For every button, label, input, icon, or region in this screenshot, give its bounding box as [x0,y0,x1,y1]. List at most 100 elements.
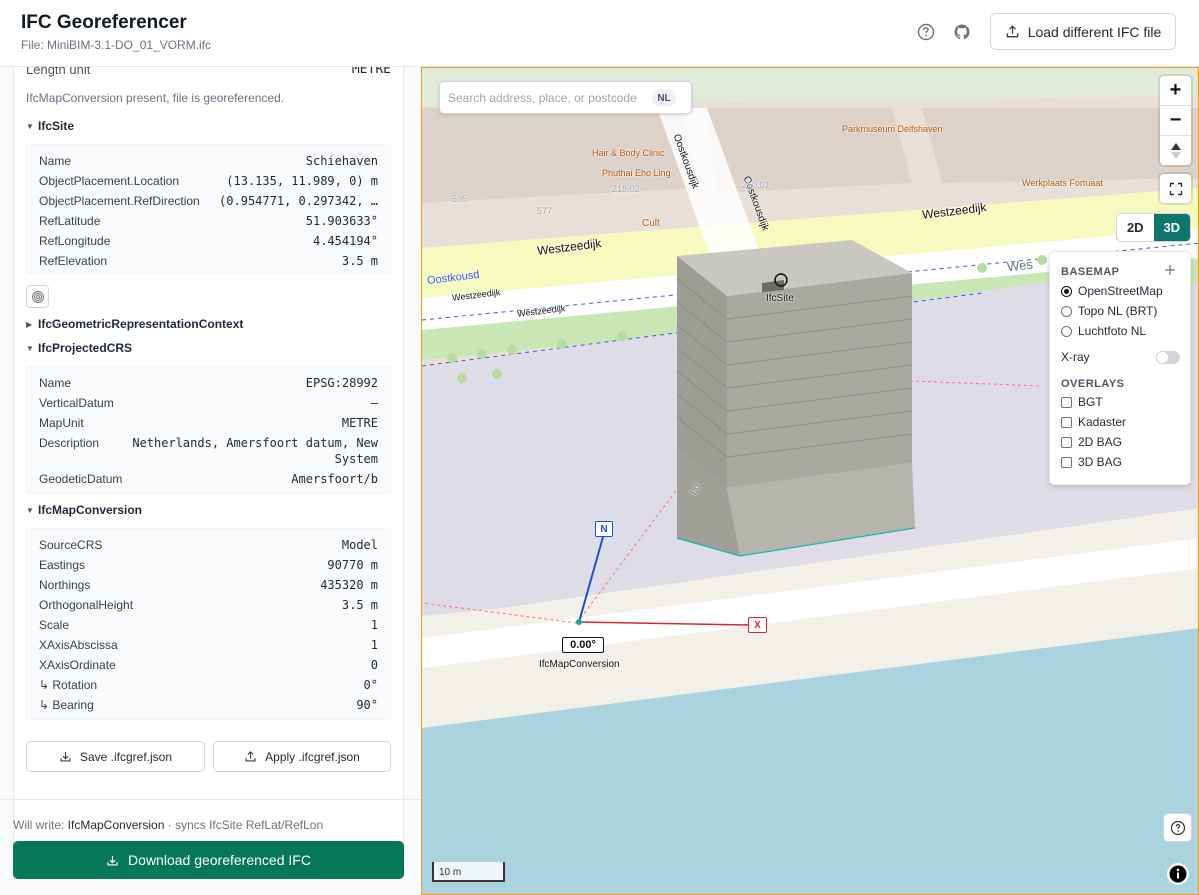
property-key: Description [39,436,100,450]
property-key: MapUnit [39,416,84,430]
basemap-option[interactable]: Topo NL (BRT) [1061,303,1157,319]
plus-icon [1165,265,1175,275]
caret-down-icon: ▼ [26,344,34,354]
basemap-option[interactable]: Luchtfoto NL [1061,323,1146,339]
property-value: METRE [341,416,378,430]
house-number-label: 218.02 [612,184,640,194]
upload-icon [245,751,256,762]
length-unit-row: Length unit METRE [26,67,391,80]
property-key: RefElevation [39,254,108,268]
section-ifcsite-header[interactable]: ▼ IfcSite [26,119,74,135]
locate-site-button[interactable] [26,285,49,308]
section-title: IfcGeometricRepresentationContext [38,317,244,331]
section-projcrs-header[interactable]: ▼ IfcProjectedCRS [26,341,132,357]
property-key: ↳ Rotation [39,678,98,692]
load-ifc-button[interactable]: Load different IFC file [990,13,1176,50]
property-key: RefLongitude [39,234,111,248]
property-key: XAxisOrdinate [39,658,116,672]
property-key: SourceCRS [39,538,103,552]
property-key: Scale [39,618,70,632]
overlay-label: BGT [1078,395,1103,409]
mode-3d-button[interactable]: 3D [1153,214,1190,241]
search-input[interactable] [448,89,648,107]
view-mode-toggle: 2D 3D [1116,213,1191,242]
help-circle-icon [1170,820,1185,835]
property-value: Schiehaven [305,154,378,168]
section-mapconv-header[interactable]: ▼ IfcMapConversion [26,503,142,519]
property-value: 3.5 m [341,598,378,612]
property-value: 435320 m [320,578,378,592]
zoom-out-button[interactable]: − [1160,106,1191,135]
property-value: Model [341,538,378,552]
checkbox[interactable] [1061,416,1072,428]
info-icon [1169,865,1187,883]
rotation-angle-label: 0.00° [562,637,604,653]
download-ifc-button[interactable]: Download georeferenced IFC [13,841,404,879]
compass-icon [1170,142,1181,159]
poi-label: Werkplaats Fortuaat [1022,178,1103,188]
compass-button[interactable] [1160,136,1191,165]
property-value: 1 [370,638,378,652]
github-icon[interactable] [952,22,972,42]
apply-json-button[interactable]: Apply .ifcgref.json [213,741,391,772]
x-axis-handle[interactable]: X [748,617,767,633]
fullscreen-button[interactable] [1160,174,1191,203]
overlay-option[interactable]: BGT [1061,394,1103,410]
zoom-in-button[interactable]: + [1160,76,1191,105]
map-scale-bar: 10 m [432,862,505,882]
help-circle-icon[interactable] [916,22,936,42]
save-json-button[interactable]: Save .ifcgref.json [26,741,205,772]
property-key: RefLatitude [39,214,101,228]
file-name: File: MiniBIM-3.1-DO_01_VORM.ifc [21,38,212,52]
property-value: Amersfoort/b [291,472,378,486]
app-header: IFC Georeferencer File: MiniBIM-3.1-DO_0… [0,0,1199,67]
property-key: ObjectPlacement.Location [39,174,180,188]
property-key: Name [39,376,72,390]
property-key: VerticalDatum [39,396,114,410]
building-3d [676,240,916,557]
property-key: Eastings [39,558,86,572]
radio[interactable] [1061,305,1072,317]
caret-down-icon: ▼ [26,506,34,516]
address-search: NL [439,81,692,114]
basemap-label: Luchtfoto NL [1078,324,1147,338]
overlay-option[interactable]: 3D BAG [1061,454,1122,470]
xray-toggle[interactable] [1156,351,1180,364]
fullscreen-icon [1169,182,1182,195]
property-value: 0 [370,658,378,672]
country-chip[interactable]: NL [652,89,676,107]
poi-label: Cult [642,218,660,229]
radio[interactable] [1061,325,1072,337]
mode-2d-button[interactable]: 2D [1117,214,1154,241]
mapconv-properties: SourceCRS Model Eastings 90770 m Northings… [26,528,391,720]
caret-right-icon: ▶ [26,320,33,330]
app-title: IFC Georeferencer [21,12,187,33]
section-title: IfcSite [38,119,75,133]
checkbox[interactable] [1061,456,1072,468]
north-arrow-handle[interactable]: N [595,521,613,537]
xray-row: X-ray [1061,349,1090,365]
property-value: — [370,396,378,410]
house-number-label: 595 [452,194,468,204]
basemap-option[interactable]: OpenStreetMap [1061,283,1163,299]
attribution-button[interactable] [1167,863,1189,885]
map-viewport[interactable]: Westzeedijk Westzeedijk Wes Oostkousd We… [421,67,1199,895]
ifcsite-properties: Name Schiehaven ObjectPlacement.Location (… [26,144,391,274]
overlay-option[interactable]: 2D BAG [1061,434,1122,450]
checkbox[interactable] [1061,436,1072,448]
property-value: 0° [363,678,378,692]
section-geomcontext-header[interactable]: ▶ IfcGeometricRepresentationContext [26,317,243,333]
add-layer-button[interactable] [1163,263,1177,277]
overlay-label: 3D BAG [1078,455,1123,469]
will-write-target: IfcMapConversion [67,818,165,832]
radio-selected[interactable] [1061,285,1072,297]
map-help-button[interactable] [1163,813,1192,842]
length-unit-key: Length unit [26,67,91,77]
overlay-option[interactable]: Kadaster [1061,414,1126,430]
basemap-heading: BASEMAP [1061,266,1120,278]
section-title: IfcMapConversion [38,503,143,517]
poi-label: Phuthai Eho Ling [602,168,671,178]
checkbox[interactable] [1061,396,1072,408]
property-value: (0.954771, 0.297342, … [219,194,378,208]
layers-panel: BASEMAP OpenStreetMap Topo NL (BRT) Luch… [1049,251,1191,485]
